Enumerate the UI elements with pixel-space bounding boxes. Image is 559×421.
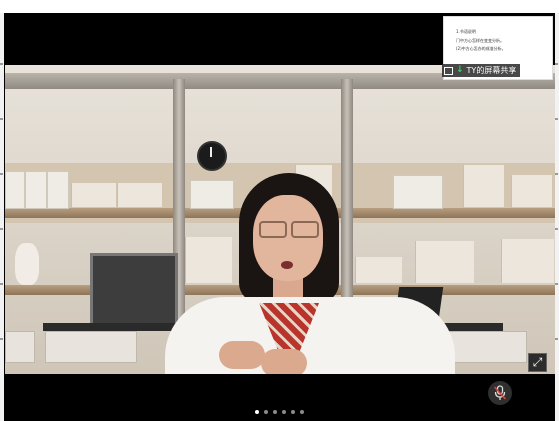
page-dot[interactable] xyxy=(300,410,304,414)
storage-box xyxy=(25,171,47,209)
storage-box xyxy=(47,171,69,209)
screen-share-name: TY的屏幕共享 xyxy=(466,66,517,75)
book-stack xyxy=(511,175,552,207)
book-stack xyxy=(71,183,116,207)
clock-icon xyxy=(197,141,227,171)
expand-icon[interactable]: ⤢ xyxy=(528,353,547,372)
storage-box xyxy=(45,331,137,363)
book-row xyxy=(463,165,504,207)
shelf xyxy=(5,208,173,218)
book-row xyxy=(501,239,554,283)
presenter-hand xyxy=(219,341,265,369)
microphone-muted-icon[interactable] xyxy=(488,381,512,405)
microphone-icon xyxy=(493,385,507,400)
page-indicator[interactable] xyxy=(255,410,304,416)
page-dot[interactable] xyxy=(264,410,268,414)
laptop xyxy=(90,253,178,329)
presenter xyxy=(165,173,455,374)
page-dot[interactable] xyxy=(282,410,286,414)
presenter-hand xyxy=(261,349,307,374)
main-video-feed[interactable] xyxy=(5,65,555,374)
presenter-mouth xyxy=(281,261,293,269)
glasses xyxy=(259,221,319,238)
page-dot[interactable] xyxy=(273,410,277,414)
slide-line: (2)中方心怎办的成准分析。 xyxy=(456,46,506,51)
screen-share-label[interactable]: ↓ TY的屏幕共享 xyxy=(442,64,521,77)
vase xyxy=(15,243,39,285)
slide-line: 1.节语说明 xyxy=(456,29,476,34)
left-edge xyxy=(0,13,4,421)
screen-icon xyxy=(444,66,453,75)
share-arrow-icon: ↓ xyxy=(456,65,464,75)
page-dot[interactable] xyxy=(255,410,259,414)
top-bar xyxy=(0,0,559,13)
right-edge xyxy=(555,13,559,421)
book-stack xyxy=(117,183,162,207)
storage-box xyxy=(5,331,35,363)
page-dot[interactable] xyxy=(291,410,295,414)
slide-line: 门中方心怎样在变变分析。 xyxy=(456,38,504,43)
storage-box xyxy=(5,171,25,209)
